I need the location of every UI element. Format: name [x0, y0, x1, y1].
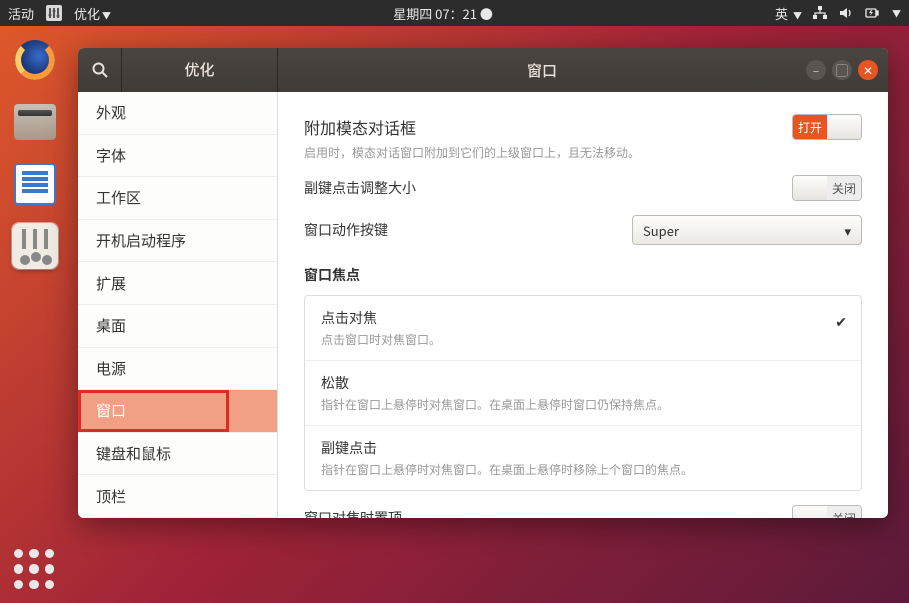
- writer-icon: [14, 163, 56, 205]
- close-button[interactable]: ✕: [858, 60, 878, 80]
- focus-mode-item-1[interactable]: 松散指针在窗口上悬停时对焦窗口。在桌面上悬停时窗口仍保持焦点。: [305, 361, 861, 426]
- list-item-title: 副键点击: [321, 438, 845, 458]
- focus-mode-item-0[interactable]: 点击对焦点击窗口时对焦窗口。✔: [305, 296, 861, 361]
- firefox-icon: [15, 40, 55, 80]
- search-button[interactable]: [78, 48, 122, 92]
- files-icon: [14, 104, 56, 140]
- chevron-down-icon: ▾: [844, 221, 851, 240]
- tweaks-app-icon: [46, 5, 62, 21]
- check-icon: ✔: [835, 312, 847, 332]
- list-item-title: 点击对焦: [321, 308, 845, 328]
- app-menu[interactable]: 优化▼: [74, 4, 111, 23]
- dock-tweaks[interactable]: [11, 222, 59, 270]
- edge-resize-toggle[interactable]: 关闭: [792, 175, 862, 201]
- dock: [0, 26, 70, 603]
- sidebar: 外观字体工作区开机启动程序扩展桌面电源窗口键盘和鼠标顶栏: [78, 92, 278, 518]
- volume-icon[interactable]: [838, 5, 854, 21]
- list-item-title: 松散: [321, 373, 845, 393]
- network-icon[interactable]: [812, 5, 828, 21]
- chevron-down-icon: ▼: [793, 9, 802, 22]
- sidebar-title: 优化: [122, 48, 278, 92]
- tweaks-window: 优化 窗口 – ▢ ✕ 外观字体工作区开机启动程序扩展桌面电源窗口键盘和鼠标顶栏…: [78, 48, 888, 518]
- chevron-down-icon: ▼: [102, 9, 111, 22]
- show-applications-button[interactable]: [14, 549, 54, 589]
- activities-button[interactable]: 活动: [8, 4, 34, 23]
- input-method-indicator[interactable]: 英 ▼: [775, 4, 802, 23]
- titlebar: 优化 窗口 – ▢ ✕: [78, 48, 888, 92]
- clock[interactable]: 星期四 07：21 ●: [393, 4, 493, 23]
- system-menu-caret[interactable]: ▼: [892, 7, 901, 20]
- list-item-desc: 指针在窗口上悬停时对焦窗口。在桌面上悬停时窗口仍保持焦点。: [321, 396, 845, 413]
- gnome-top-bar: 活动 优化▼ 星期四 07：21 ● 英 ▼ ▼: [0, 0, 909, 26]
- sidebar-item-0[interactable]: 外观: [78, 92, 277, 135]
- action-key-select[interactable]: Super ▾: [632, 215, 862, 245]
- dock-writer[interactable]: [11, 160, 59, 208]
- content-panel: 附加模态对话框 打开 启用时，模态对话窗口附加到它们的上级窗口上，且无法移动。 …: [278, 92, 888, 518]
- action-key-label: 窗口动作按键: [304, 220, 632, 240]
- attach-modal-toggle[interactable]: 打开: [792, 114, 862, 140]
- focus-mode-item-2[interactable]: 副键点击指针在窗口上悬停时对焦窗口。在桌面上悬停时移除上个窗口的焦点。: [305, 426, 861, 490]
- window-title: 窗口: [278, 60, 806, 81]
- sidebar-item-9[interactable]: 顶栏: [78, 475, 277, 518]
- list-item-desc: 点击窗口时对焦窗口。: [321, 331, 845, 348]
- dock-files[interactable]: [11, 98, 59, 146]
- dock-firefox[interactable]: [11, 36, 59, 84]
- attach-modal-label: 附加模态对话框: [304, 115, 792, 139]
- sidebar-item-7[interactable]: 窗口: [78, 390, 277, 433]
- sidebar-item-2[interactable]: 工作区: [78, 177, 277, 220]
- sidebar-item-1[interactable]: 字体: [78, 135, 277, 178]
- edge-resize-label: 副键点击调整大小: [304, 178, 792, 198]
- annotation-highlight: [78, 390, 229, 432]
- battery-icon[interactable]: [864, 5, 880, 21]
- sidebar-item-5[interactable]: 桌面: [78, 305, 277, 348]
- tweaks-icon: [12, 223, 58, 269]
- sidebar-item-6[interactable]: 电源: [78, 348, 277, 391]
- focus-mode-list: 点击对焦点击窗口时对焦窗口。✔松散指针在窗口上悬停时对焦窗口。在桌面上悬停时窗口…: [304, 295, 862, 491]
- list-item-desc: 指针在窗口上悬停时对焦窗口。在桌面上悬停时移除上个窗口的焦点。: [321, 461, 845, 478]
- minimize-button[interactable]: –: [806, 60, 826, 80]
- attach-modal-desc: 启用时，模态对话窗口附加到它们的上级窗口上，且无法移动。: [304, 144, 862, 161]
- maximize-button[interactable]: ▢: [832, 60, 852, 80]
- raise-on-focus-toggle[interactable]: 关闭: [792, 505, 862, 518]
- focus-section-header: 窗口焦点: [304, 265, 862, 285]
- sidebar-item-3[interactable]: 开机启动程序: [78, 220, 277, 263]
- sidebar-item-4[interactable]: 扩展: [78, 262, 277, 305]
- sidebar-item-8[interactable]: 键盘和鼠标: [78, 433, 277, 476]
- raise-on-focus-label: 窗口对焦时置顶: [304, 508, 792, 518]
